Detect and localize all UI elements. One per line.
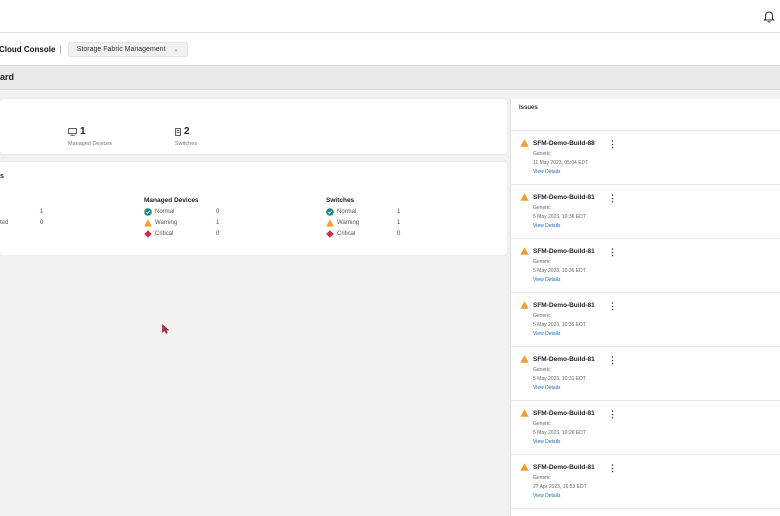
warning-icon [520,463,529,471]
issue-type: Generic [533,475,551,481]
warning-icon [520,139,529,147]
view-details-link[interactable]: View Details [533,331,560,337]
md-normal-value: 0 [216,209,220,215]
critical-icon [144,230,152,238]
issue-item: SFM-Demo-Build-88 Generic 11 May 2023, 0… [510,131,780,185]
mouse-cursor-icon [162,324,170,334]
view-details-link[interactable]: View Details [533,385,560,391]
app-title[interactable]: Cloud Console [0,45,55,54]
md-critical-value: 0 [216,231,220,237]
md-warning-label: Warning [144,219,177,227]
md-critical-label: Critical [144,230,173,238]
bell-icon[interactable] [762,9,776,23]
issue-type: Generic [533,151,551,157]
issue-time: 27 Apr 2023, 16:59 EDT [533,484,587,490]
sw-normal-value: 1 [397,209,401,215]
issue-time: 5 May 2023, 10:36 EDT [533,268,586,274]
view-details-link[interactable]: View Details [533,439,560,445]
kebab-menu-icon[interactable]: ⋮ [608,194,617,203]
issue-time: 5 May 2023, 10:36 EDT [533,322,586,328]
header-separator: | [59,44,62,54]
sw-normal-label: Normal [326,208,356,216]
issue-name: SFM-Demo-Build-88 [533,140,595,147]
managed-devices-count: 1 [80,126,86,137]
issue-item: SFM-Demo-Build-81 Generic 5 May 2023, 10… [510,401,780,455]
sw-critical-label: Critical [326,230,355,238]
partial-row-1-value[interactable]: 1 [40,209,43,215]
issue-name: SFM-Demo-Build-81 [533,464,595,471]
warning-icon [520,193,529,201]
warning-icon [520,355,529,363]
kebab-menu-icon[interactable]: ⋮ [608,248,617,257]
status-card-title: s [0,173,4,180]
issue-item: SFM-Demo-Build-81 Generic 5 May 2023, 10… [510,347,780,401]
managed-devices-label: Managed Devices [68,141,113,147]
view-details-link[interactable]: View Details [533,223,560,229]
issue-item: SFM-Demo-Build-81 Generic 27 Apr 2023, 1… [510,455,780,509]
page-title: ard [0,72,15,82]
kebab-menu-icon[interactable]: ⋮ [608,302,617,311]
kebab-menu-icon[interactable]: ⋮ [608,464,617,473]
issue-name: SFM-Demo-Build-81 [533,356,595,363]
warning-icon [326,219,334,227]
issue-name: SFM-Demo-Build-81 [533,410,595,417]
warning-icon [144,219,152,227]
issue-name: SFM-Demo-Build-81 [533,194,595,201]
sw-warning-value: 1 [397,220,401,226]
issue-name: SFM-Demo-Build-81 [533,248,595,255]
sw-warning-label: Warning [326,219,359,227]
issue-type: Generic [533,367,551,373]
issue-time: 5 May 2023, 10:36 EDT [533,214,586,220]
view-details-link[interactable]: View Details [533,169,560,175]
warning-icon [520,247,529,255]
kebab-menu-icon[interactable]: ⋮ [608,140,617,149]
app-header: Cloud Console | Storage Fabric Managemen… [0,33,780,66]
issue-item: SFM-Demo-Build-81 Generic 5 May 2023, 10… [510,239,780,293]
kebab-menu-icon[interactable]: ⋮ [608,410,617,419]
device-icon [68,127,77,136]
issue-time: 5 May 2023, 10:31 EDT [533,376,586,382]
issue-type: Generic [533,259,551,265]
issue-item: SFM-Demo-Build-81 Generic 5 May 2023, 10… [510,185,780,239]
page-title-bar [0,66,780,90]
partial-row-2-label: ted [0,220,9,226]
switches-label: Switches [175,141,198,147]
critical-icon [326,230,334,238]
sw-critical-value: 0 [397,231,401,237]
partial-row-2-value: 0 [40,220,44,226]
issue-time: 5 May 2023, 10:26 EDT [533,430,586,436]
context-selector-label: Storage Fabric Management [76,45,166,53]
switches-stat[interactable]: 2 Switches [175,126,197,147]
browser-bar [0,0,780,33]
status-card [0,162,507,255]
issue-time: 11 May 2023, 05:04 EDT [533,160,589,166]
switches-count: 2 [184,126,190,137]
view-details-link[interactable]: View Details [533,277,560,283]
managed-devices-status-title: Managed Devices [144,197,199,204]
md-warning-value[interactable]: 1 [216,220,219,226]
issue-name: SFM-Demo-Build-81 [533,302,595,309]
view-details-link[interactable]: View Details [533,493,560,499]
warning-icon [520,409,529,417]
chevron-down-icon: ⌄ [173,46,179,53]
kebab-menu-icon[interactable]: ⋮ [608,356,617,365]
normal-status-icon [326,208,334,216]
normal-status-icon [144,208,152,216]
managed-devices-stat[interactable]: 1 Managed Devices [68,126,112,147]
switches-status-title: Switches [326,197,355,204]
md-normal-label: Normal [144,208,174,216]
context-selector[interactable]: Storage Fabric Management ⌄ [67,41,188,57]
issue-item: SFM-Demo-Build-81 Generic 5 May 2023, 10… [510,293,780,347]
issue-type: Generic [533,421,551,427]
warning-icon [520,301,529,309]
issue-type: Generic [533,313,551,319]
issues-title: Issues [519,105,538,111]
issue-type: Generic [533,205,551,211]
switch-icon [175,127,181,136]
